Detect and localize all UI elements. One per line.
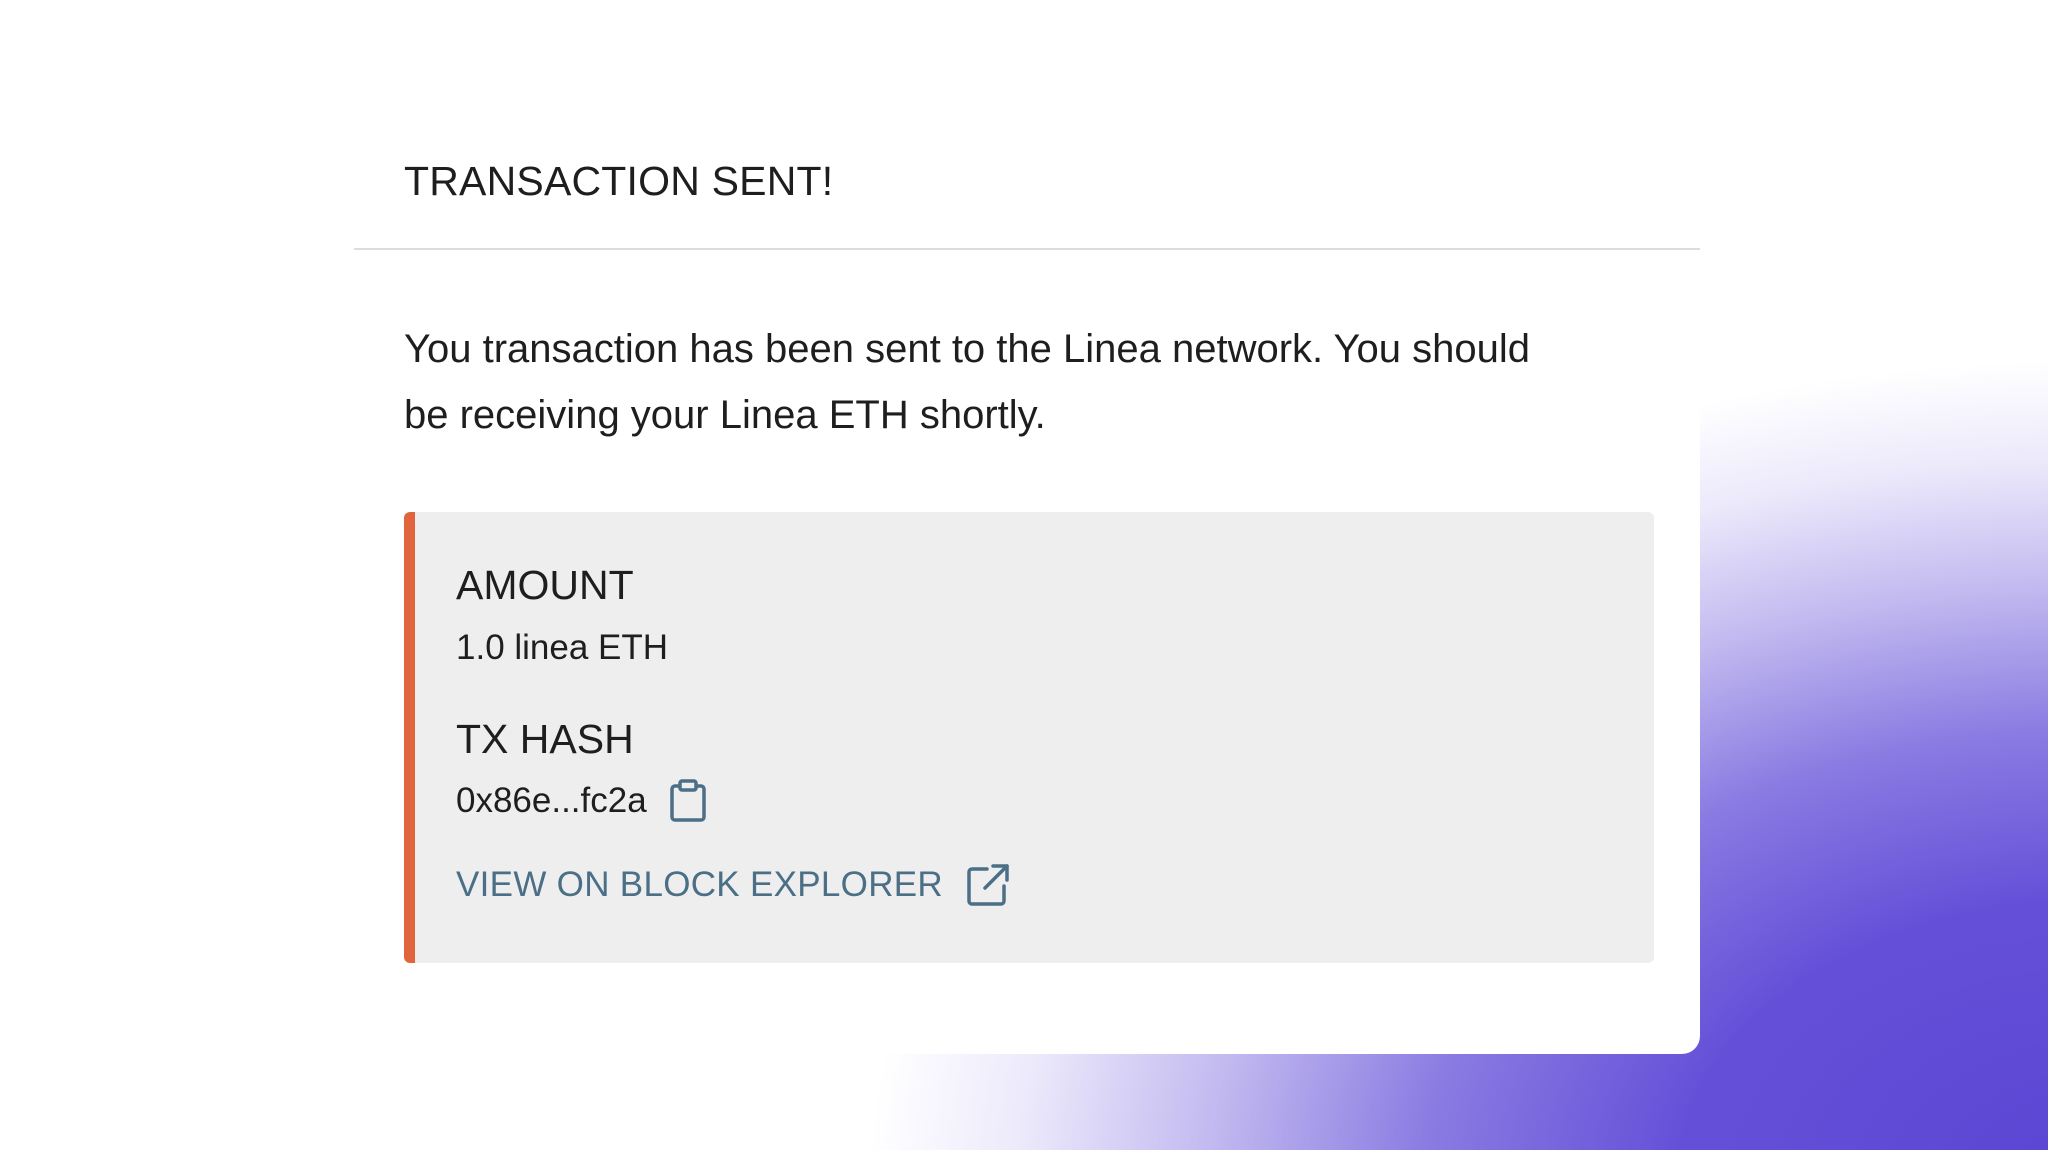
amount-value: 1.0 linea ETH: [456, 628, 669, 667]
explorer-link-label: VIEW ON BLOCK EXPLORER: [456, 865, 943, 904]
amount-label: AMOUNT: [456, 562, 634, 608]
transaction-sent-modal: TRANSACTION SENT! You transaction has be…: [354, 88, 1700, 1054]
clipboard-icon[interactable]: [669, 779, 707, 823]
modal-title: TRANSACTION SENT!: [404, 158, 834, 204]
tx-hash-value: 0x86e...fc2a: [456, 781, 647, 820]
tx-hash-row: 0x86e...fc2a: [456, 776, 707, 826]
tx-hash-label: TX HASH: [456, 716, 634, 762]
modal-message: You transaction has been sent to the Lin…: [404, 327, 1531, 437]
modal-header: TRANSACTION SENT!: [354, 88, 1700, 250]
transaction-details-card: AMOUNT 1.0 linea ETH TX HASH 0x86e...fc2…: [404, 512, 1654, 963]
external-link-icon: [965, 862, 1011, 908]
view-on-block-explorer-link[interactable]: VIEW ON BLOCK EXPLORER: [456, 862, 1011, 908]
